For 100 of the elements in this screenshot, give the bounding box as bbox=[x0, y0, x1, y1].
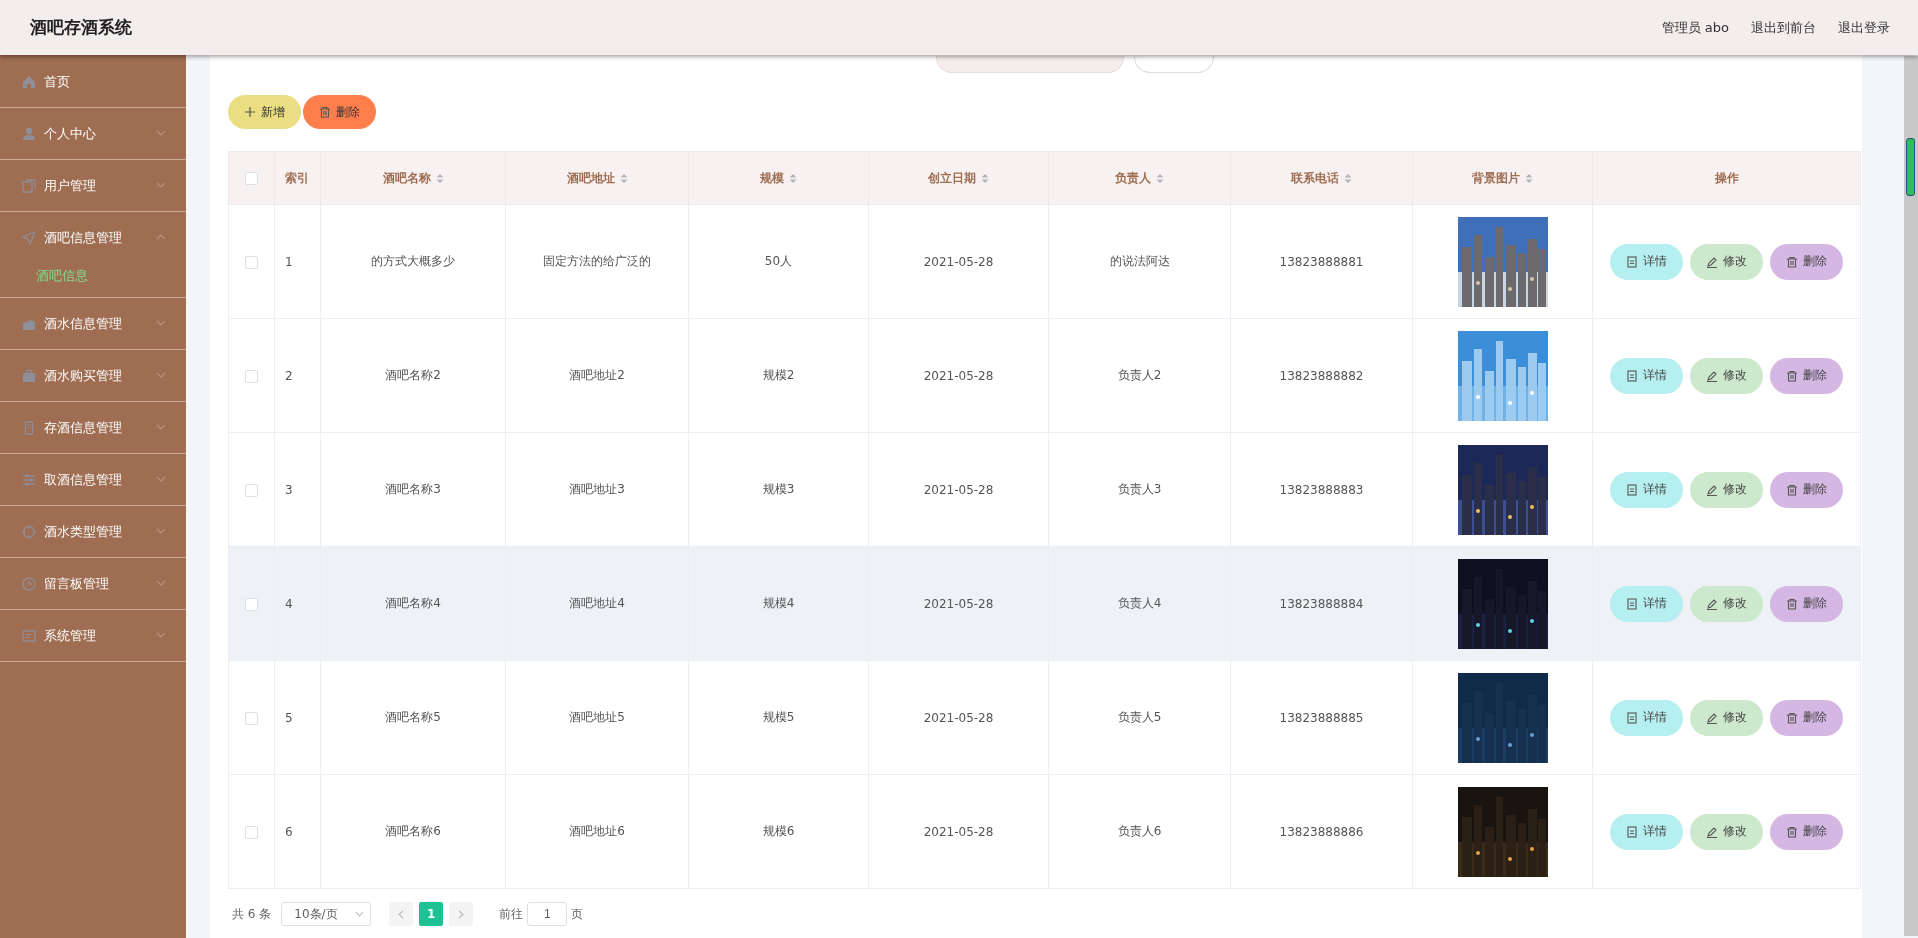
delete-button[interactable]: 删除 bbox=[1770, 585, 1843, 622]
document-icon bbox=[1626, 255, 1638, 268]
pencil-icon bbox=[1706, 597, 1718, 610]
table-cell: 2021-05-28 bbox=[868, 660, 1049, 775]
total-count: 共 6 条 bbox=[232, 905, 272, 923]
home-icon bbox=[22, 74, 36, 89]
sidebar-item[interactable]: 酒水购买管理 bbox=[0, 350, 186, 401]
table-cell: 规模2 bbox=[688, 318, 869, 433]
table-cell: 13823888885 bbox=[1230, 660, 1413, 775]
table-cell: 负责人2 bbox=[1048, 318, 1231, 433]
pencil-icon bbox=[1706, 369, 1718, 382]
person-icon bbox=[22, 126, 36, 141]
delete-button[interactable]: 删除 bbox=[1770, 471, 1843, 508]
sidebar-item[interactable]: 个人中心 bbox=[0, 108, 186, 159]
delete-button[interactable]: 删除 bbox=[1770, 243, 1843, 280]
checkbox[interactable] bbox=[245, 825, 258, 839]
sidebar-item[interactable]: 取酒信息管理 bbox=[0, 454, 186, 505]
edit-button[interactable]: 修改 bbox=[1690, 699, 1763, 736]
table-cell: 2021-05-28 bbox=[868, 318, 1049, 433]
edit-button[interactable]: 修改 bbox=[1690, 243, 1763, 280]
sidebar-item[interactable]: 酒水类型管理 bbox=[0, 506, 186, 557]
details-button[interactable]: 详情 bbox=[1610, 813, 1683, 850]
table-cell: 3 bbox=[274, 432, 321, 547]
details-button[interactable]: 详情 bbox=[1610, 471, 1683, 508]
chevron-down-icon bbox=[355, 911, 365, 917]
checkbox[interactable] bbox=[245, 172, 258, 185]
search-button[interactable] bbox=[1134, 56, 1214, 73]
table-cell: 酒吧名称2 bbox=[320, 318, 506, 433]
table-cell: 4 bbox=[274, 546, 321, 661]
table-cell: 负责人6 bbox=[1048, 774, 1231, 889]
table-cell: 2021-05-28 bbox=[868, 546, 1049, 661]
edit-button[interactable]: 修改 bbox=[1690, 471, 1763, 508]
delete-button[interactable]: 删除 bbox=[1770, 813, 1843, 850]
search-field[interactable] bbox=[936, 56, 1124, 73]
checkbox[interactable] bbox=[245, 597, 258, 611]
delete-button[interactable]: 删除 bbox=[1770, 699, 1843, 736]
delete-button[interactable]: 删除 bbox=[303, 95, 376, 129]
table-cell: 规模4 bbox=[688, 546, 869, 661]
details-button[interactable]: 详情 bbox=[1610, 357, 1683, 394]
column-header: 规模 bbox=[760, 170, 784, 185]
document-icon bbox=[1626, 483, 1638, 496]
scrollbar[interactable] bbox=[1904, 56, 1918, 936]
table-cell: 酒吧名称5 bbox=[320, 660, 506, 775]
table-cell: 的方式大概多少 bbox=[320, 204, 506, 319]
page-size-select[interactable]: 10条/页 bbox=[281, 902, 372, 926]
sidebar-item[interactable]: 存酒信息管理 bbox=[0, 402, 186, 453]
table-cell: 规模3 bbox=[688, 432, 869, 547]
table-cell: 负责人4 bbox=[1048, 546, 1231, 661]
delete-button[interactable]: 删除 bbox=[1770, 357, 1843, 394]
send-icon bbox=[22, 230, 36, 245]
details-button[interactable]: 详情 bbox=[1610, 699, 1683, 736]
goto-label: 前往 bbox=[499, 905, 524, 923]
header-link[interactable]: 退出登录 bbox=[1838, 18, 1890, 37]
table-cell: 13823888886 bbox=[1230, 774, 1413, 889]
app-title: 酒吧存酒系统 bbox=[30, 16, 132, 39]
edit-button[interactable]: 修改 bbox=[1690, 585, 1763, 622]
table-cell: 酒吧地址3 bbox=[505, 432, 689, 547]
checkbox[interactable] bbox=[245, 483, 258, 497]
table-cell: 酒吧地址4 bbox=[505, 546, 689, 661]
table-cell: 2 bbox=[274, 318, 321, 433]
chevron-right-icon bbox=[458, 909, 465, 919]
phone-icon bbox=[22, 420, 36, 435]
details-button[interactable]: 详情 bbox=[1610, 585, 1683, 622]
column-header: 创立日期 bbox=[928, 170, 976, 185]
previous-page-button[interactable] bbox=[389, 902, 414, 926]
checkbox[interactable] bbox=[245, 711, 258, 725]
details-button[interactable]: 详情 bbox=[1610, 243, 1683, 280]
sidebar-item[interactable]: 系统管理 bbox=[0, 610, 186, 661]
column-header: 操作 bbox=[1714, 170, 1739, 185]
add-button[interactable]: 新增 bbox=[228, 95, 301, 129]
trash-icon bbox=[1786, 825, 1798, 838]
trash-icon bbox=[1786, 483, 1798, 496]
scrollbar-thumb[interactable] bbox=[1906, 138, 1915, 196]
next-page-button[interactable] bbox=[449, 902, 474, 926]
sidebar-item[interactable]: 用户管理 bbox=[0, 160, 186, 211]
table-cell: 酒吧名称4 bbox=[320, 546, 506, 661]
edit-button[interactable]: 修改 bbox=[1690, 357, 1763, 394]
trash-icon bbox=[1786, 597, 1798, 610]
plus-icon bbox=[244, 106, 256, 118]
document-icon bbox=[1626, 711, 1638, 724]
table-cell: 5 bbox=[274, 660, 321, 775]
sidebar-item[interactable]: 留言板管理 bbox=[0, 558, 186, 609]
sidebar-item[interactable]: 酒水信息管理 bbox=[0, 298, 186, 349]
table-cell: 规模6 bbox=[688, 774, 869, 889]
edit-button[interactable]: 修改 bbox=[1690, 813, 1763, 850]
table-cell: 2021-05-28 bbox=[868, 432, 1049, 547]
document-icon bbox=[1626, 369, 1638, 382]
trash-icon bbox=[319, 106, 331, 118]
sidebar-item[interactable]: 首页 bbox=[0, 56, 186, 107]
table-cell: 酒吧名称3 bbox=[320, 432, 506, 547]
trash-icon bbox=[1786, 369, 1798, 382]
page-input[interactable]: 1 bbox=[527, 902, 568, 926]
briefcase-icon bbox=[22, 368, 36, 383]
copy-icon bbox=[22, 178, 36, 193]
sliders-icon bbox=[22, 472, 36, 487]
table-cell: 50人 bbox=[688, 204, 869, 319]
table-cell: 13823888884 bbox=[1230, 546, 1413, 661]
checkbox[interactable] bbox=[245, 255, 258, 269]
checkbox[interactable] bbox=[245, 369, 258, 383]
header-link[interactable]: 退出到前台 bbox=[1751, 18, 1816, 37]
